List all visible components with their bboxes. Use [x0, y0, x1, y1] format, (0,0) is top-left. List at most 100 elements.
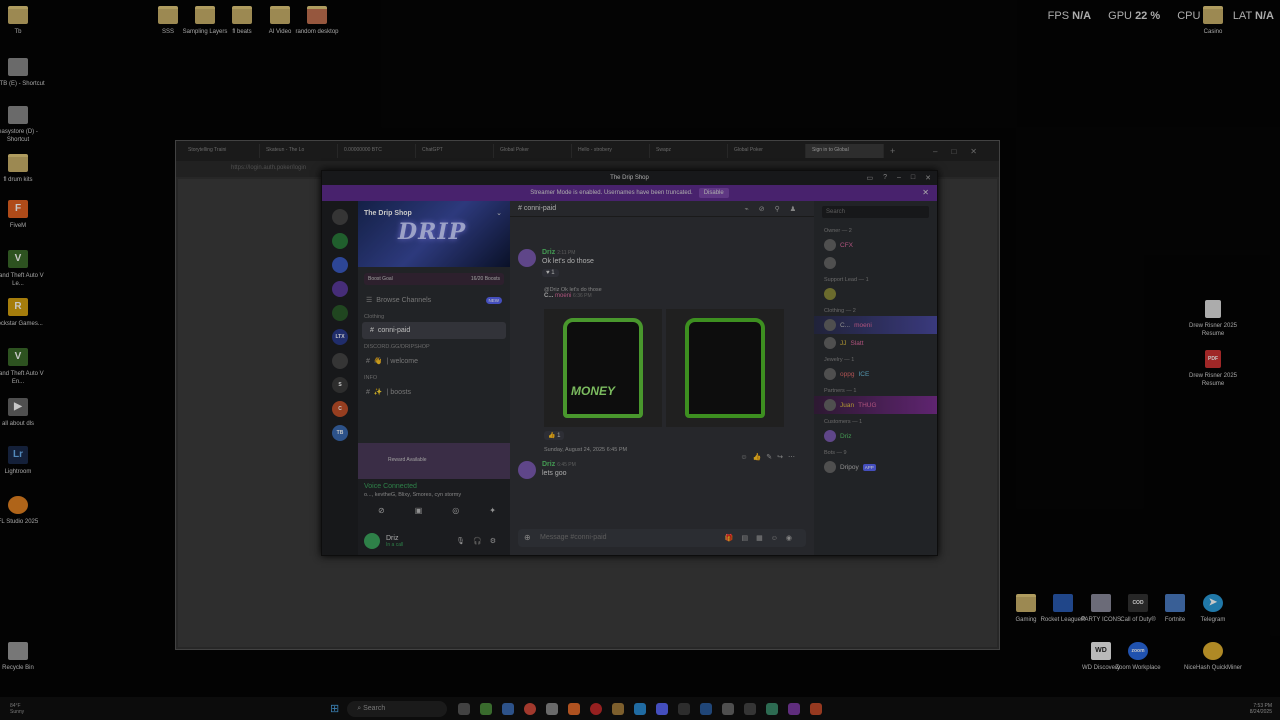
desktop-icon-fivem[interactable]: F FiveM	[0, 200, 48, 230]
close-banner-icon[interactable]: ✕	[922, 188, 929, 197]
activity-icon[interactable]: ◎	[452, 506, 459, 515]
server-icon[interactable]	[332, 233, 348, 249]
help-icon[interactable]: ?	[883, 174, 887, 182]
server-icon[interactable]: LTX	[332, 329, 348, 345]
desktop-icon-fl-studio[interactable]: FL Studio 2025	[0, 496, 48, 526]
boost-goal[interactable]: Boost Goal 16/20 Boosts	[364, 273, 504, 285]
category-clothing[interactable]: Clothing	[358, 309, 510, 322]
chrome-icon[interactable]	[524, 702, 537, 715]
channel-conni-paid[interactable]: # conni-paid	[362, 322, 506, 339]
browser-tab[interactable]: Swapz	[650, 144, 728, 158]
discord-icon[interactable]	[656, 702, 669, 715]
app-icon[interactable]	[700, 702, 713, 715]
app-icon[interactable]	[722, 702, 735, 715]
member[interactable]: CFX	[814, 236, 937, 254]
member[interactable]: Driz	[814, 427, 937, 445]
desktop-icon-easystore[interactable]: easystore (D) - Shortcut	[0, 106, 48, 144]
browser-tab[interactable]: Storytelling Traini	[182, 144, 260, 158]
browser-tab[interactable]: ChatGPT	[416, 144, 494, 158]
desktop-icon-casino[interactable]: Casino	[1183, 6, 1243, 36]
reaction[interactable]: 👍 1	[544, 431, 565, 440]
search-input[interactable]: Search	[822, 206, 929, 218]
desktop-icon-fl-drum-kits[interactable]: fl drum kits	[0, 154, 48, 184]
composer-icons[interactable]: 🎁▤▦☺◉	[725, 534, 800, 542]
new-tab-icon[interactable]: +	[890, 146, 895, 156]
server-banner[interactable]: The Drip Shop ⌄ DRIP	[358, 201, 510, 267]
message-actions[interactable]: ☺👍✎↪⋯	[740, 453, 800, 461]
app-icon[interactable]	[568, 702, 581, 715]
channel-boosts[interactable]: # ✨ | boosts	[358, 383, 510, 401]
app-icon[interactable]	[480, 702, 493, 715]
app-icon[interactable]	[766, 702, 779, 715]
close-icon[interactable]: ✕	[925, 174, 931, 182]
reaction[interactable]: ♥ 1	[542, 269, 559, 277]
server-icon[interactable]: C	[332, 401, 348, 417]
app-icon[interactable]	[678, 702, 691, 715]
desktop-icon-random-desktop[interactable]: random desktop	[287, 6, 347, 36]
app-icon[interactable]	[502, 702, 515, 715]
maximize-icon[interactable]: □	[911, 174, 915, 182]
desktop-icon-zoom[interactable]: zoom Zoom Workplace	[1108, 642, 1168, 672]
member[interactable]: oppg ICE	[814, 365, 937, 383]
app-icon[interactable]	[590, 702, 603, 715]
minimize-icon[interactable]: –	[897, 174, 901, 182]
window-controls[interactable]: –□✕	[933, 147, 991, 156]
message[interactable]: Driz 2:11 PM Ok let's do those ♥ 1	[518, 249, 594, 277]
vest-image-back[interactable]	[666, 309, 784, 427]
member[interactable]: Juan THUG	[814, 396, 937, 414]
dm-icon[interactable]	[332, 209, 348, 225]
server-icon[interactable]	[332, 257, 348, 273]
desktop-icon-lightroom[interactable]: Lr Lightroom	[0, 446, 48, 476]
inbox-icon[interactable]: ▭	[866, 174, 873, 182]
app-icon[interactable]	[612, 702, 625, 715]
vest-image-front[interactable]: MONEY	[544, 309, 662, 427]
app-icon[interactable]	[546, 702, 559, 715]
channel-welcome[interactable]: # 👋 | welcome	[358, 352, 510, 370]
server-icon[interactable]: TB	[332, 425, 348, 441]
desktop-icon-all-about-dls[interactable]: ▶ all about dls	[0, 398, 48, 428]
mic-headset-settings-icons[interactable]: 🎙🎧⚙	[456, 537, 504, 545]
browser-tab[interactable]: 0.00000000 BTC	[338, 144, 416, 158]
camera-off-icon[interactable]: ⊘	[378, 506, 385, 515]
member[interactable]: Dripoy APP	[814, 458, 937, 476]
message[interactable]: Driz 6:45 PM lets goo	[518, 461, 576, 479]
desktop-icon-nicehash[interactable]: NiceHash QuickMiner	[1183, 642, 1243, 672]
desktop-icon-rockstar[interactable]: RRockstar Games...	[0, 298, 48, 328]
server-icon[interactable]	[332, 353, 348, 369]
member[interactable]: JJ Slatt	[814, 334, 937, 352]
server-icon[interactable]	[332, 305, 348, 321]
desktop-icon-tb[interactable]: Tb	[0, 6, 48, 36]
app-icon[interactable]	[788, 702, 801, 715]
add-attachment-icon[interactable]: ⊕	[524, 533, 531, 542]
server-icon[interactable]	[332, 281, 348, 297]
browser-tab-active[interactable]: Sign in to Global	[806, 144, 884, 158]
browser-tab[interactable]: Global Poker	[728, 144, 806, 158]
windows-start-icon[interactable]: ⊞	[330, 702, 339, 715]
category-info[interactable]: INFO	[358, 370, 510, 383]
taskbar-search[interactable]: ⌕ Search	[347, 700, 448, 717]
desktop-icon-gta-enhanced[interactable]: VGrand Theft Auto V En...	[0, 348, 48, 386]
app-icon[interactable]	[634, 702, 647, 715]
desktop-icon-telegram[interactable]: ➤ Telegram	[1183, 594, 1243, 624]
desktop-icon-resume-1[interactable]: Drew Risner 2025 Resume	[1183, 300, 1243, 338]
header-actions[interactable]: ⌁⊘⚲♟	[745, 205, 806, 213]
desktop-icon-14tb[interactable]: 14 TB (E) - Shortcut	[0, 58, 48, 88]
message-reply[interactable]: @Driz Ok let's do those C... moeni 6:36 …	[518, 287, 602, 299]
chevron-down-icon[interactable]: ⌄	[496, 209, 502, 217]
member[interactable]	[814, 285, 937, 303]
task-view-icon[interactable]	[458, 702, 471, 715]
desktop-icon-gta-legacy[interactable]: VGrand Theft Auto V Le...	[0, 250, 48, 288]
browser-tab[interactable]: Global Poker	[494, 144, 572, 158]
desktop-icon-resume-pdf[interactable]: PDF Drew Risner 2025 Resume	[1183, 350, 1243, 388]
browse-channels[interactable]: ☰ Browse Channels NEW	[358, 291, 510, 309]
server-icon[interactable]: S	[332, 377, 348, 393]
disable-button[interactable]: Disable	[698, 188, 729, 198]
category-discord-link[interactable]: DISCORD.GG/DRIPSHOP	[358, 339, 510, 352]
app-icon[interactable]	[744, 702, 757, 715]
clock[interactable]: 7:53 PM 8/24/2025	[1250, 703, 1280, 715]
app-icon[interactable]	[810, 702, 823, 715]
member[interactable]: C... moeni	[814, 316, 937, 334]
member[interactable]	[814, 254, 937, 272]
user-panel[interactable]: Driz In a call 🎙🎧⚙	[358, 527, 510, 555]
browser-tab[interactable]: Hello - strobery	[572, 144, 650, 158]
